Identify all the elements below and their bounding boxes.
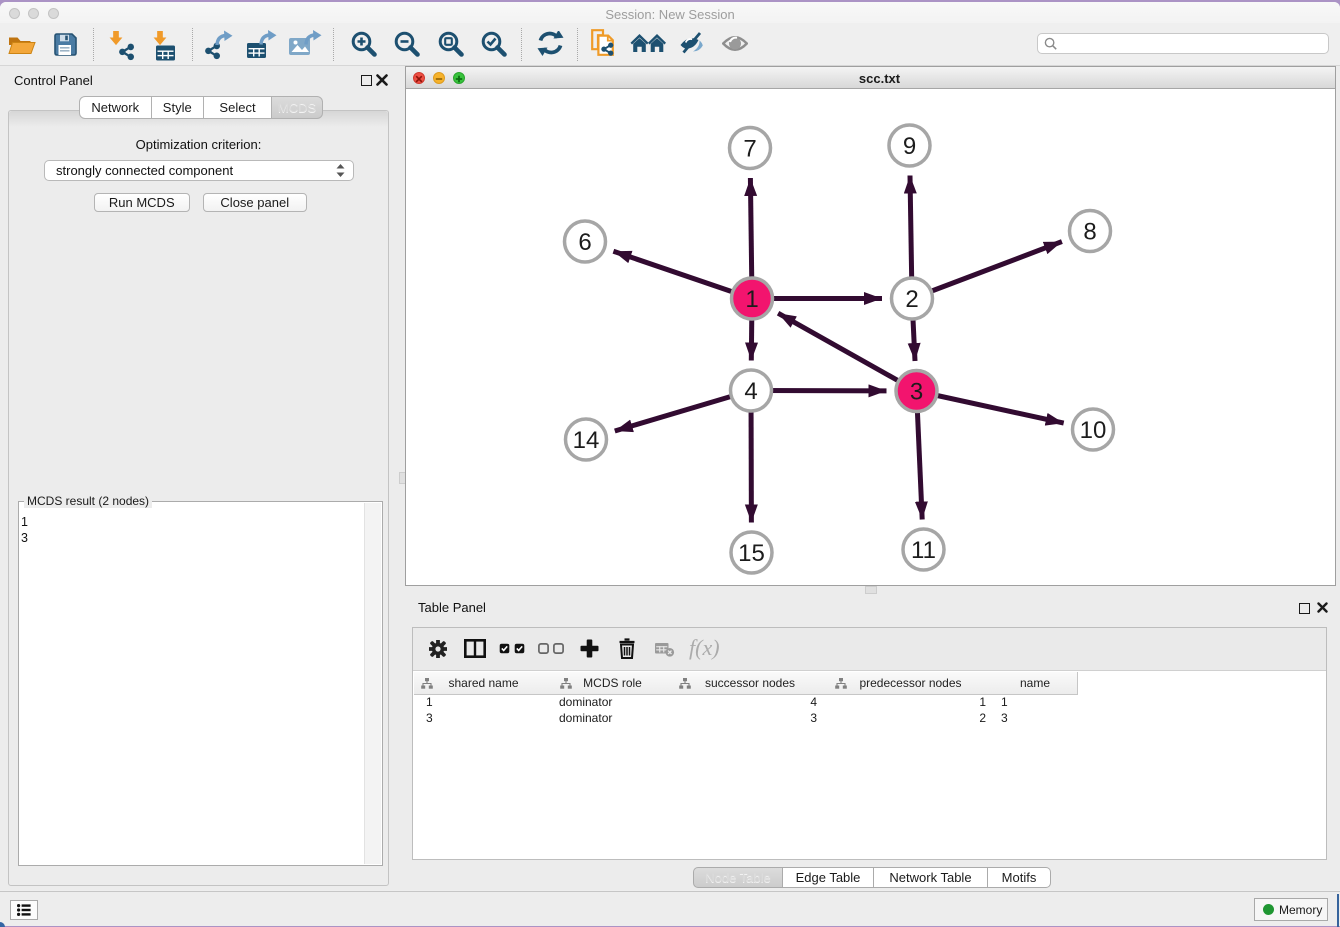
svg-text:6: 6 <box>578 229 591 256</box>
svg-text:10: 10 <box>1080 417 1107 444</box>
svg-text:4: 4 <box>744 378 757 405</box>
svg-text:15: 15 <box>738 540 765 567</box>
svg-text:2: 2 <box>905 286 918 313</box>
svg-text:1: 1 <box>745 286 758 313</box>
svg-text:9: 9 <box>903 133 916 160</box>
svg-text:8: 8 <box>1083 219 1096 246</box>
svg-text:14: 14 <box>573 427 600 454</box>
svg-text:3: 3 <box>910 379 923 406</box>
svg-text:11: 11 <box>911 537 936 564</box>
svg-text:7: 7 <box>743 136 756 163</box>
